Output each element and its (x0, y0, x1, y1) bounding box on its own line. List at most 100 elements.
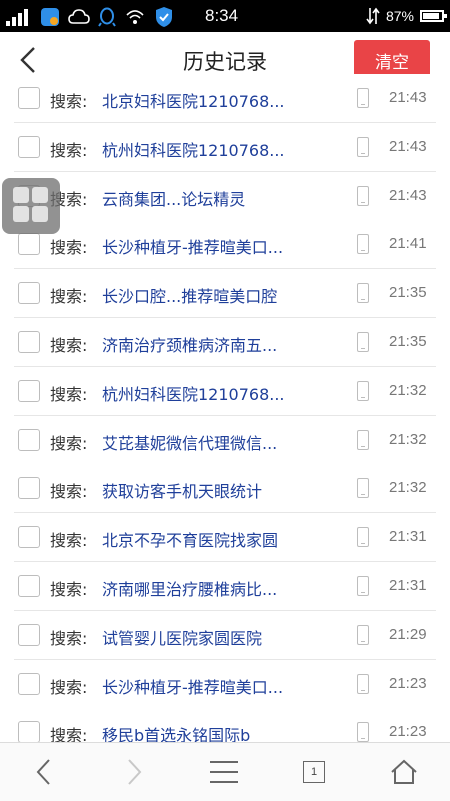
battery-percent: 87% (385, 8, 414, 24)
phone-icon (357, 624, 369, 645)
history-item[interactable]: 搜索: 长沙口腔...推荐暄美口腔 21:35 (0, 269, 450, 319)
history-item-query[interactable]: 济南哪里治疗腰椎病比... (102, 576, 277, 600)
forward-icon (128, 759, 142, 785)
history-item-query[interactable]: 北京不孕不育医院找家圆 (102, 527, 278, 551)
phone-icon (357, 332, 369, 352)
grid-icon-cell (13, 206, 29, 222)
history-item-time: 21:29 (389, 625, 427, 643)
grid-icon-cell (32, 187, 48, 203)
history-item-time: 21:31 (389, 528, 427, 546)
select-checkbox[interactable] (18, 526, 40, 549)
history-item[interactable]: 搜索: 长沙种植牙-推荐暄美口... 21:41 (0, 220, 450, 270)
history-item[interactable]: 搜索: 长沙种植牙-推荐暄美口... 21:23 (0, 659, 450, 709)
select-checkbox[interactable] (18, 428, 40, 451)
history-item-query[interactable]: 北京妇科医院1210768... (102, 88, 285, 112)
history-item-type: 搜索: (50, 287, 88, 307)
history-item[interactable]: 搜索: 济南治疗颈椎病济南五... 21:35 (0, 318, 450, 367)
history-item[interactable]: 搜索: 杭州妇科医院1210768... 21:43 (0, 122, 450, 172)
select-checkbox[interactable] (18, 379, 40, 402)
select-checkbox[interactable] (18, 672, 40, 695)
phone-icon (357, 673, 369, 694)
history-item-time: 21:31 (389, 577, 427, 594)
history-item-time: 21:35 (389, 284, 427, 302)
history-item-time: 21:23 (389, 723, 427, 741)
app-notification-icon (41, 8, 59, 26)
history-item[interactable]: 搜索: 获取访客手机天眼统计 21:32 (0, 464, 450, 514)
home-icon (391, 759, 417, 784)
qq-icon (98, 7, 116, 27)
phone-icon (357, 576, 369, 596)
history-item-type: 搜索: (50, 384, 88, 404)
history-item-time: 21:32 (389, 381, 427, 399)
history-item-query[interactable]: 获取访客手机天眼统计 (102, 478, 262, 502)
history-item-query[interactable]: 试管婴儿医院家圆医院 (102, 625, 262, 649)
status-icons-right: 87% (366, 7, 447, 25)
phone-icon (357, 185, 369, 206)
select-checkbox[interactable] (18, 477, 40, 500)
select-checkbox[interactable] (18, 331, 40, 353)
select-checkbox[interactable] (18, 623, 40, 646)
grid-icon-cell (32, 206, 48, 222)
history-item-type: 搜索: (50, 677, 88, 697)
history-item-query[interactable]: 云商集团...论坛精灵 (102, 186, 245, 210)
phone-icon (357, 136, 369, 157)
select-checkbox[interactable] (18, 87, 40, 109)
history-item-query[interactable]: 济南治疗颈椎病济南五... (102, 332, 277, 356)
phone-icon (357, 429, 369, 450)
history-item-query[interactable]: 杭州妇科医院1210768... (102, 381, 285, 405)
select-checkbox[interactable] (18, 282, 40, 305)
phone-icon (357, 722, 369, 743)
history-item-type: 搜索: (50, 531, 88, 551)
select-checkbox[interactable] (18, 721, 40, 744)
phone-icon (357, 380, 369, 401)
status-icons-left (6, 6, 174, 28)
forward-button[interactable] (114, 753, 154, 791)
history-item-time: 21:23 (389, 674, 427, 692)
tabs-button[interactable]: 1 (294, 753, 334, 791)
history-item[interactable]: 搜索: 艾芘基妮微信代理微信... 21:32 (0, 415, 450, 465)
history-item-type: 搜索: (50, 92, 88, 111)
history-item-query[interactable]: 长沙口腔...推荐暄美口腔 (102, 283, 277, 307)
history-item-type: 搜索: (50, 140, 88, 160)
wifi-icon (126, 10, 144, 24)
history-item-time: 21:43 (389, 89, 427, 106)
history-item-type: 搜索: (50, 580, 88, 599)
grid-icon (13, 187, 29, 203)
bottom-toolbar: 1 (0, 742, 450, 801)
history-item-query[interactable]: 长沙种植牙-推荐暄美口... (102, 674, 283, 698)
history-item[interactable]: 搜索: 北京妇科医院1210768... 21:43 (0, 74, 450, 123)
phone-icon (357, 88, 369, 108)
signal-icon (6, 9, 28, 26)
history-item-type: 搜索: (50, 336, 88, 355)
history-item[interactable]: 搜索: 云商集团...论坛精灵 21:43 (0, 171, 450, 221)
history-item[interactable]: 搜索: 杭州妇科医院1210768... 21:32 (0, 366, 450, 416)
history-item-query[interactable]: 长沙种植牙-推荐暄美口... (102, 234, 283, 258)
select-checkbox[interactable] (18, 233, 40, 256)
battery-icon (420, 10, 447, 22)
history-item-type: 搜索: (50, 433, 88, 453)
menu-button[interactable] (204, 753, 244, 791)
menu-icon (210, 761, 238, 783)
history-item-time: 21:32 (389, 430, 427, 448)
select-checkbox[interactable] (18, 575, 40, 597)
phone-icon (357, 234, 369, 255)
history-item-time: 21:43 (389, 186, 427, 204)
cloud-icon (68, 9, 90, 24)
floating-menu-button[interactable] (2, 178, 60, 234)
history-item-query[interactable]: 杭州妇科医院1210768... (102, 137, 285, 161)
phone-icon (357, 283, 369, 304)
history-item-time: 21:32 (389, 479, 427, 497)
phone-icon (357, 527, 369, 548)
home-button[interactable] (384, 753, 424, 791)
history-item-time: 21:43 (389, 137, 427, 155)
history-item[interactable]: 搜索: 北京不孕不育医院找家圆 21:31 (0, 513, 450, 563)
history-item[interactable]: 搜索: 济南哪里治疗腰椎病比... 21:31 (0, 562, 450, 611)
history-item[interactable]: 搜索: 试管婴儿医院家圆医院 21:29 (0, 610, 450, 660)
history-item-query[interactable]: 艾芘基妮微信代理微信... (102, 430, 277, 454)
tabs-icon: 1 (303, 761, 325, 783)
status-bar: 8:34 87% (0, 0, 450, 32)
history-item-type: 搜索: (50, 628, 88, 648)
back-button[interactable] (24, 753, 64, 791)
select-checkbox[interactable] (18, 135, 40, 158)
data-transfer-icon (366, 7, 380, 25)
